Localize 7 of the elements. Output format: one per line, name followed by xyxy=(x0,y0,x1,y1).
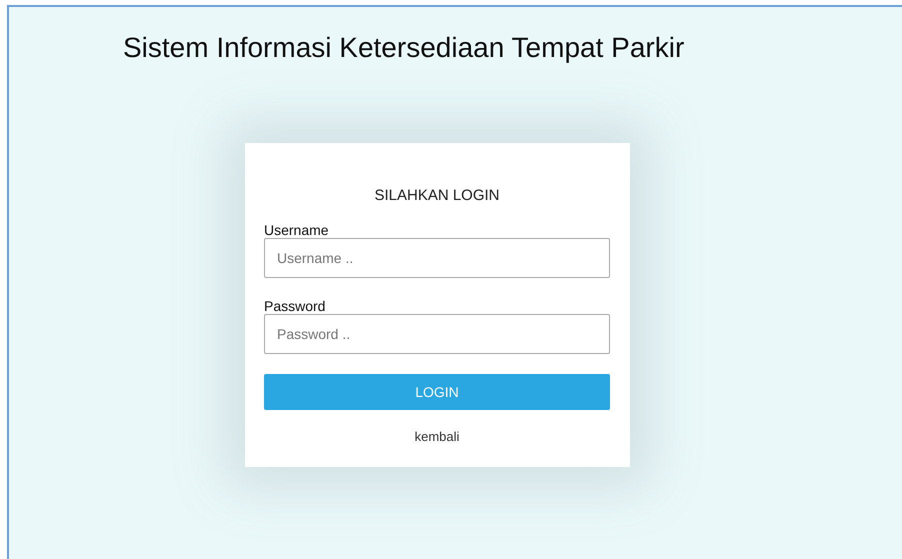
field-label: Password xyxy=(264,298,326,314)
back-link[interactable]: kembali xyxy=(414,429,460,444)
password-field[interactable]: Password .. xyxy=(264,314,610,354)
username-field[interactable]: Username .. xyxy=(264,238,610,278)
login-heading: SILAHKAN LOGIN xyxy=(373,187,501,204)
field-label: Username xyxy=(264,222,330,238)
page-title: Sistem Informasi Ketersediaan Tempat Parkir xyxy=(122,31,686,65)
